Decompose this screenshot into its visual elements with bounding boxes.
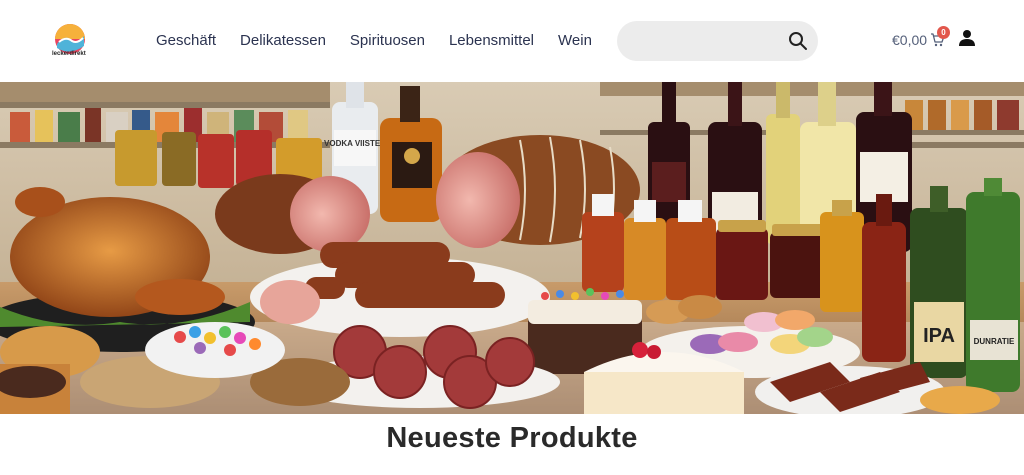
hero-ipa-label: IPA <box>923 325 955 347</box>
search-input[interactable] <box>633 29 783 53</box>
nav-item-wein[interactable]: Wein <box>558 31 592 51</box>
cart-count-badge: 0 <box>937 26 950 39</box>
hero-banner: VODKA VIISTER IPA DUNRATIE <box>0 82 1024 414</box>
hero-vodka-label: VODKA VIISTER <box>324 139 386 148</box>
search-icon[interactable] <box>788 31 808 51</box>
main-nav: Geschäft Delikatessen Spirituosen Lebens… <box>156 31 616 51</box>
section-title-newest-products: Neueste Produkte <box>386 422 638 454</box>
brand-wordmark: leckerdirekt <box>52 51 86 57</box>
hero-banner-image: VODKA VIISTER IPA DUNRATIE <box>0 82 1024 414</box>
account-icon[interactable] <box>958 29 976 47</box>
nav-item-lebensmittel[interactable]: Lebensmittel <box>449 31 534 51</box>
hero-bottle-label: DUNRATIE <box>974 337 1015 346</box>
nav-item-delikatessen[interactable]: Delikatessen <box>240 31 326 51</box>
nav-item-geschaeft[interactable]: Geschäft <box>156 31 216 51</box>
cart-total: €0,00 <box>892 32 928 48</box>
site-header: leckerdirekt Geschäft Delikatessen Spiri… <box>0 0 1024 82</box>
nav-item-spirituosen[interactable]: Spirituosen <box>350 31 425 51</box>
